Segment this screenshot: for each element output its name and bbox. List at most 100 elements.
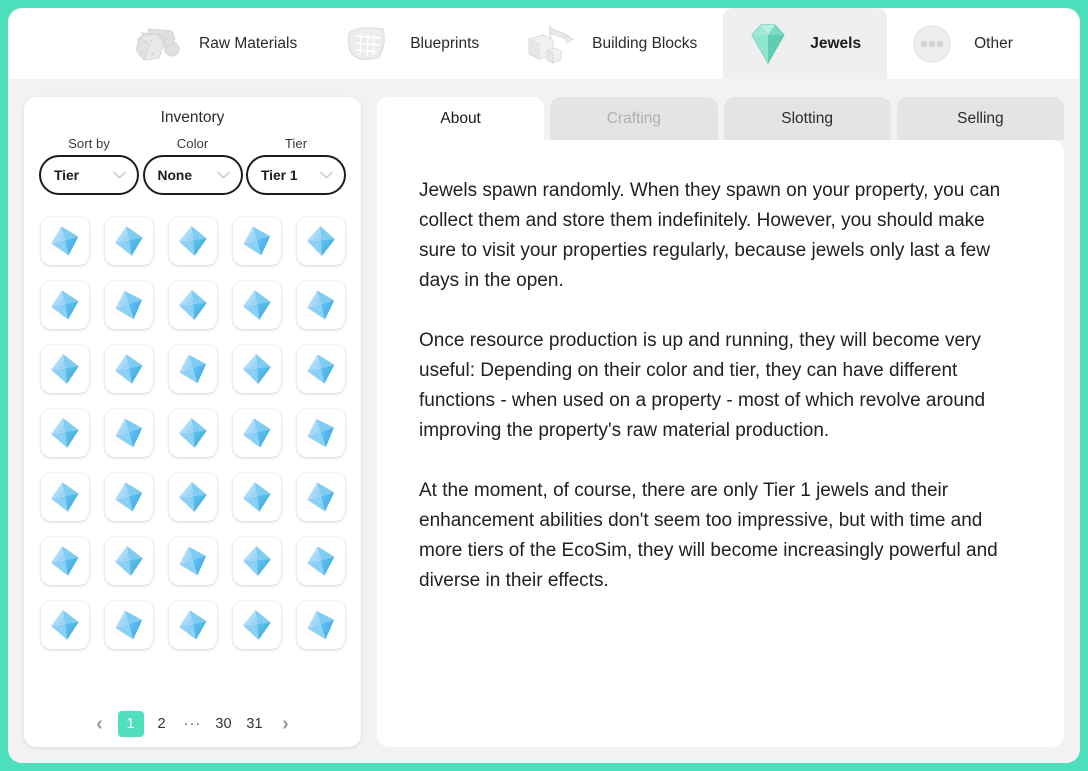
nav-tab-label: Jewels [810, 34, 862, 52]
jewel-icon [176, 288, 210, 322]
nav-tab-label: Other [974, 34, 1013, 52]
jewel-icon [751, 24, 785, 64]
jewel-icon [176, 224, 210, 258]
jewel-item[interactable] [104, 473, 153, 521]
tab-crafting: Crafting [550, 97, 718, 140]
nav-tab-label: Raw Materials [199, 34, 298, 52]
jewel-icon [48, 288, 82, 322]
jewel-icon [176, 608, 210, 642]
about-paragraph: Once resource production is up and runni… [419, 330, 986, 441]
sort-by-select-wrapper: Sort by Tier [39, 136, 139, 195]
jewel-item[interactable] [296, 537, 345, 585]
jewel-icon [112, 352, 146, 386]
tab-slotting[interactable]: Slotting [723, 97, 891, 140]
jewel-item[interactable] [168, 409, 217, 457]
nav-tab-raw-materials[interactable]: < Raw Materials [112, 8, 323, 79]
jewel-icon [112, 480, 146, 514]
jewel-item[interactable] [40, 537, 89, 585]
pagination-page-30[interactable]: 30 [211, 711, 237, 737]
jewel-item[interactable] [296, 601, 345, 649]
jewel-icon [176, 544, 210, 578]
jewel-item[interactable] [168, 537, 217, 585]
jewel-item[interactable] [296, 409, 345, 457]
jewel-item[interactable] [104, 537, 153, 585]
pagination-page-31[interactable]: 31 [242, 711, 268, 737]
jewel-item[interactable] [40, 601, 89, 649]
pagination[interactable]: ‹ 1 2 ··· 30 31 › [24, 703, 361, 737]
rocks-icon: < [135, 27, 180, 61]
jewel-item[interactable] [40, 281, 89, 329]
jewel-item[interactable] [232, 281, 281, 329]
color-select[interactable]: None [142, 155, 243, 195]
crane-icon [521, 17, 579, 71]
jewel-icon [240, 544, 274, 578]
jewel-item[interactable] [168, 473, 217, 521]
chevron-down-icon [320, 171, 333, 179]
pagination-next-button[interactable]: › [273, 711, 299, 737]
jewel-icon [304, 608, 338, 642]
nav-tab-building-blocks[interactable]: Building Blocks [505, 8, 723, 79]
pagination-page-1[interactable]: 1 [117, 711, 144, 737]
tier-select[interactable]: Tier 1 [246, 155, 346, 195]
jewel-icon [112, 544, 146, 578]
jewel-icon [304, 480, 338, 514]
jewel-item[interactable] [168, 217, 217, 265]
sort-by-select[interactable]: Tier [39, 155, 139, 195]
pagination-page-2[interactable]: 2 [149, 711, 175, 737]
chevron-down-icon [113, 171, 126, 179]
main-content: Inventory Sort by Tier Color None Tier T… [8, 79, 1080, 763]
jewel-item[interactable] [296, 217, 345, 265]
tab-selling[interactable]: Selling [896, 97, 1064, 140]
jewel-item[interactable] [40, 473, 89, 521]
jewel-item[interactable] [296, 345, 345, 393]
jewel-item[interactable] [296, 281, 345, 329]
jewel-item[interactable] [168, 601, 217, 649]
blueprint-icon [347, 26, 386, 60]
blueprint-icon [339, 17, 397, 71]
jewel-icon [48, 608, 82, 642]
nav-tab-label: Building Blocks [592, 34, 698, 52]
inventory-panel: Inventory Sort by Tier Color None Tier T… [24, 97, 361, 747]
jewel-icon [48, 352, 82, 386]
jewel-item[interactable] [232, 217, 281, 265]
jewel-item[interactable] [232, 601, 281, 649]
nav-tab-label: Blueprints [410, 34, 480, 52]
jewel-icon [240, 224, 274, 258]
jewel-icon [112, 416, 146, 450]
jewel-item[interactable] [232, 345, 281, 393]
jewel-item[interactable] [104, 345, 153, 393]
jewel-item[interactable] [40, 409, 89, 457]
color-select-label: Color [176, 136, 209, 151]
tab-about[interactable]: About [377, 97, 545, 140]
jewel-item[interactable] [168, 281, 217, 329]
jewel-item[interactable] [104, 601, 153, 649]
jewel-icon [240, 416, 274, 450]
jewel-item[interactable] [296, 473, 345, 521]
jewel-item[interactable] [168, 345, 217, 393]
jewel-icon [112, 224, 146, 258]
jewel-item[interactable] [104, 217, 153, 265]
jewel-grid[interactable] [24, 195, 361, 703]
jewel-item[interactable] [40, 217, 89, 265]
jewel-item[interactable] [104, 281, 153, 329]
detail-panel: About Crafting Slotting Selling Jewels spaw… [377, 97, 1064, 747]
jewel-item[interactable] [232, 473, 281, 521]
nav-tab-other[interactable]: Other [887, 8, 1039, 79]
pagination-prev-button[interactable]: ‹ [87, 711, 113, 737]
tier-select-label: Tier [284, 136, 308, 151]
jewel-icon [739, 17, 797, 71]
jewel-item[interactable] [232, 537, 281, 585]
pagination-ellipsis: ··· [183, 716, 202, 732]
about-text-body: Jewels spawn randomly. When they spawn o… [377, 140, 1064, 747]
rocks-icon: < [128, 17, 186, 71]
jewel-icon [48, 544, 82, 578]
jewel-icon [240, 288, 274, 322]
crane-icon [528, 24, 575, 64]
nav-tab-blueprints[interactable]: Blueprints [323, 8, 505, 79]
jewel-item[interactable] [232, 409, 281, 457]
nav-tab-jewels[interactable]: Jewels [723, 8, 888, 79]
jewel-icon [304, 288, 338, 322]
about-paragraph: Jewels spawn randomly. When they spawn o… [419, 180, 1001, 291]
jewel-item[interactable] [40, 345, 89, 393]
jewel-item[interactable] [104, 409, 153, 457]
